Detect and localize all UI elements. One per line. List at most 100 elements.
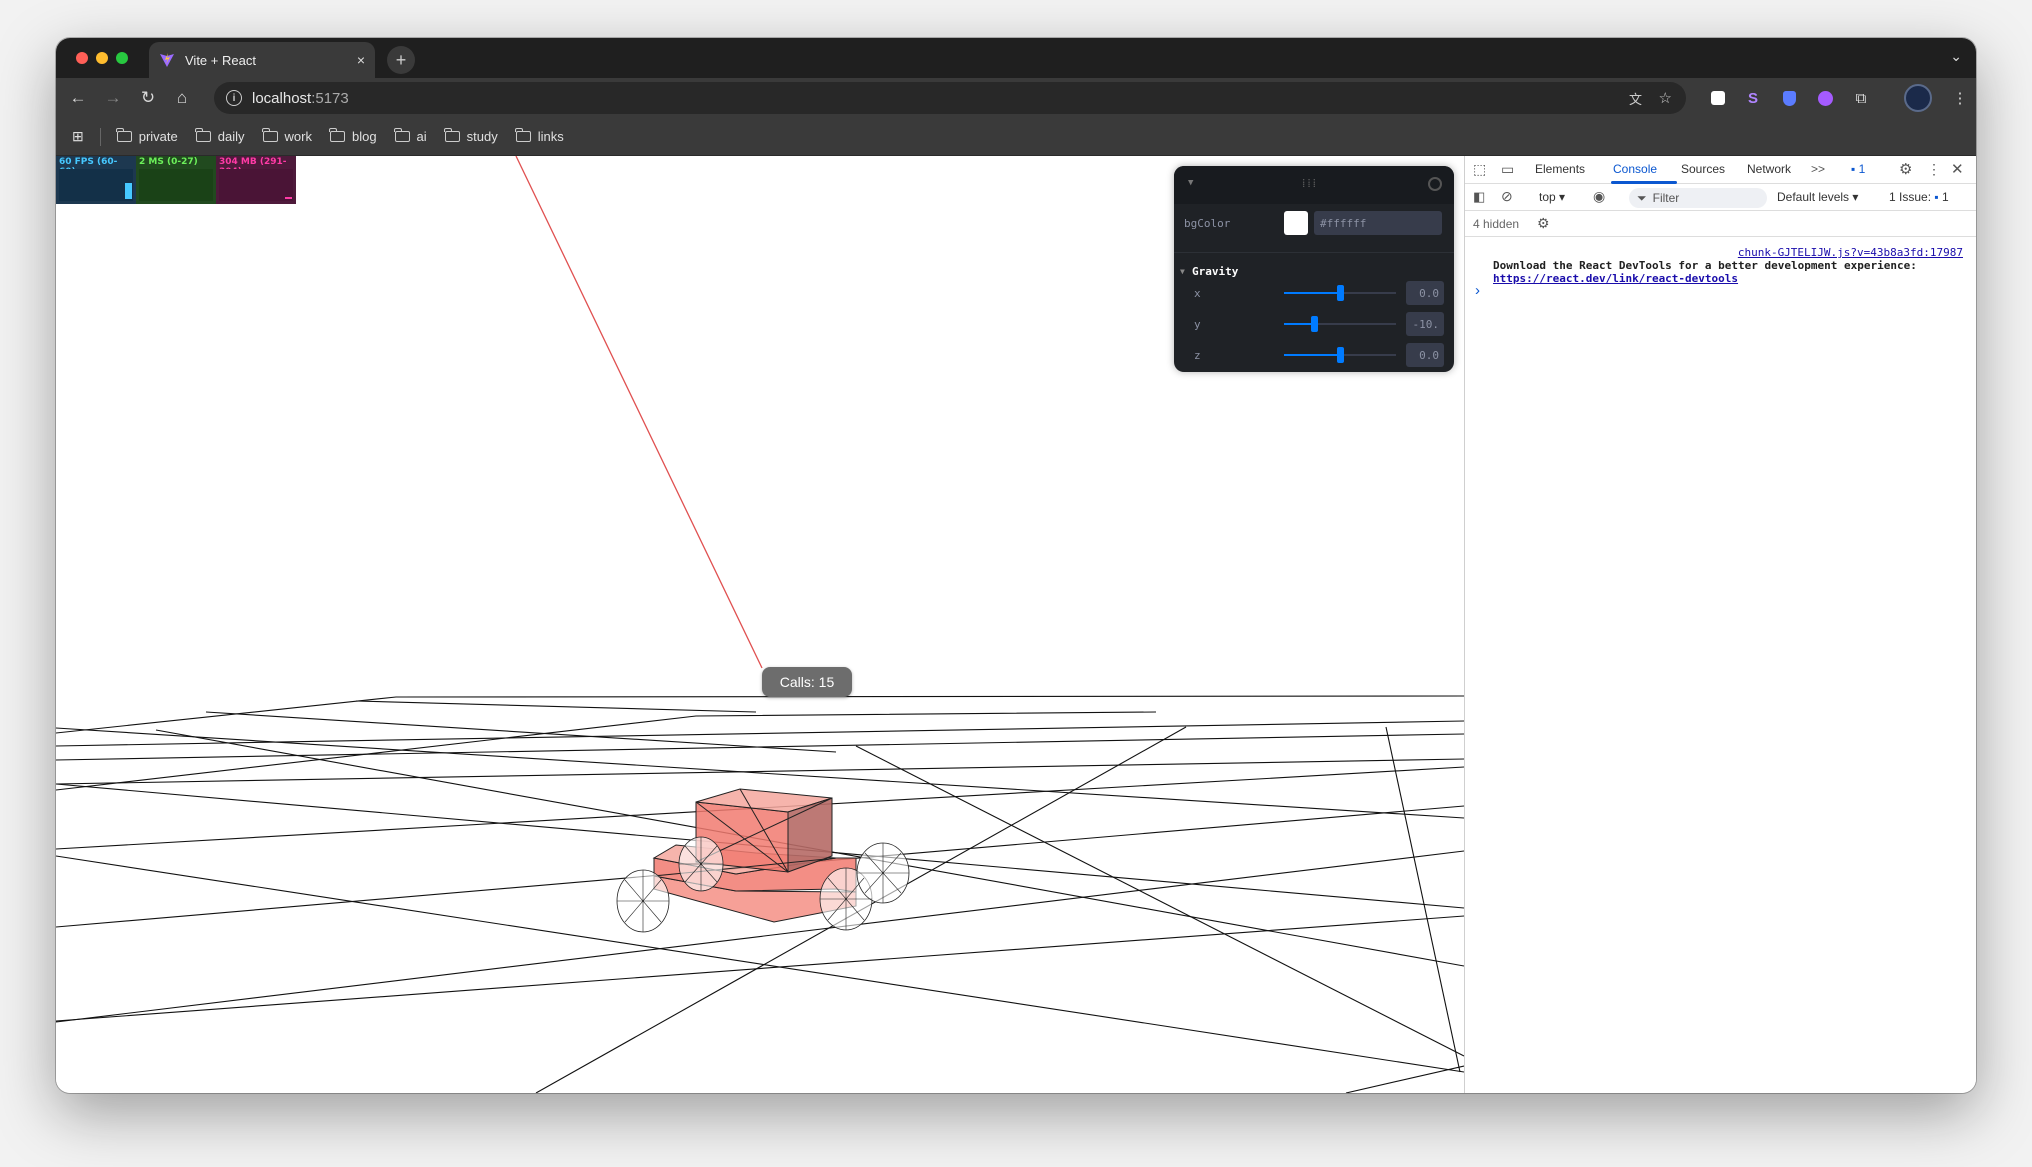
y-slider[interactable]: [1284, 316, 1396, 332]
console-toolbar: ◧ ⊘ top ▾ ◉ ⏷ Filter Default levels ▾ 1 I…: [1465, 184, 1976, 211]
inspect-element-icon[interactable]: ⬚: [1473, 161, 1486, 178]
tab-search-icon[interactable]: ⌄: [1950, 48, 1962, 65]
x-input[interactable]: 0.0: [1406, 281, 1444, 305]
fps-panel[interactable]: 60 FPS (60-60): [56, 156, 136, 204]
live-expression-eye-icon[interactable]: ◉: [1593, 188, 1605, 205]
back-icon[interactable]: ←: [66, 86, 90, 110]
message-source-link[interactable]: chunk-GJTELIJW.js?v=43b8a3fd:17987: [1738, 246, 1963, 259]
ms-panel[interactable]: 2 MS (0-27): [136, 156, 216, 204]
apps-grid-icon[interactable]: ⊞: [72, 128, 84, 145]
browser-window: Vite + React × + ⌄ ← → ↻ ⌂ i localhost:5…: [56, 38, 1976, 1093]
minimize-window-button[interactable]: [96, 52, 108, 64]
clear-console-icon[interactable]: ⊘: [1501, 188, 1513, 205]
react-devtools-link[interactable]: https://react.dev/link/react-devtools: [1493, 272, 1738, 285]
x-slider[interactable]: [1284, 285, 1396, 301]
close-window-button[interactable]: [76, 52, 88, 64]
bookmarks-bar: ⊞ private daily work blog ai study links: [56, 118, 1976, 156]
hidden-count: 4 hidden: [1473, 217, 1520, 231]
bookmark-label: links: [537, 129, 564, 144]
extensions-puzzle-icon[interactable]: ⧉: [1850, 87, 1872, 109]
leva-panel[interactable]: ▼ ⁞⁞⁞ bgColor #ffffff ▼ Gravity x 0.0 y: [1174, 166, 1454, 372]
context-label: top: [1539, 190, 1556, 204]
issues-message-icon: ▪: [1934, 190, 1939, 204]
more-tabs-button[interactable]: >>: [1811, 162, 1825, 176]
devtools-close-icon[interactable]: ✕: [1951, 160, 1964, 178]
tab-network[interactable]: Network: [1747, 162, 1791, 176]
tab-close-icon[interactable]: ×: [357, 52, 365, 68]
y-input[interactable]: -10.: [1406, 312, 1444, 336]
reload-icon[interactable]: ↻: [136, 86, 160, 110]
console-prompt[interactable]: ›: [1475, 282, 1480, 299]
collapse-chevron-icon[interactable]: ▼: [1188, 178, 1193, 188]
memory-panel[interactable]: 304 MB (291-304): [216, 156, 296, 204]
console-settings-gear-icon[interactable]: ⚙: [1537, 215, 1550, 232]
bookmark-blog[interactable]: blog: [329, 128, 377, 144]
filter-placeholder: Filter: [1652, 191, 1680, 205]
new-tab-button[interactable]: +: [387, 46, 415, 74]
bookmark-links[interactable]: links: [515, 128, 564, 144]
tab-vite-react[interactable]: Vite + React ×: [149, 42, 375, 78]
folder-chevron-icon: ▼: [1180, 266, 1185, 276]
message-text: Download the React DevTools for a better…: [1493, 259, 1917, 272]
log-levels-dropdown[interactable]: Default levels ▾: [1777, 190, 1858, 204]
bookmark-label: ai: [416, 129, 427, 144]
device-toolbar-icon[interactable]: ▭: [1501, 161, 1514, 178]
filter-input[interactable]: ⏷ Filter: [1629, 188, 1767, 208]
bookmark-work[interactable]: work: [262, 128, 312, 144]
bgcolor-input[interactable]: #ffffff: [1314, 211, 1442, 235]
levels-label: Default levels: [1777, 190, 1850, 204]
bgcolor-swatch[interactable]: [1284, 211, 1308, 235]
gravity-y-row: y -10.: [1174, 311, 1454, 337]
context-selector[interactable]: top ▾: [1539, 190, 1565, 204]
issues-counter[interactable]: 1 Issue: ▪ 1: [1889, 190, 1949, 204]
performance-stats[interactable]: 60 FPS (60-60) 2 MS (0-27) 304 MB (291-3…: [56, 156, 296, 204]
bookmark-star-icon[interactable]: ☆: [1659, 89, 1672, 107]
forward-icon[interactable]: →: [101, 86, 125, 110]
maximize-window-button[interactable]: [116, 52, 128, 64]
site-info-icon[interactable]: i: [226, 90, 242, 106]
bookmark-ai[interactable]: ai: [394, 128, 427, 144]
bookmark-label: study: [466, 129, 498, 144]
tab-console[interactable]: Console: [1613, 162, 1657, 176]
gravity-label: Gravity: [1192, 264, 1239, 278]
x-label: x: [1194, 286, 1201, 300]
browser-menu-icon[interactable]: ⋮: [1949, 87, 1971, 109]
z-input[interactable]: 0.0: [1406, 343, 1444, 367]
drag-handle-icon[interactable]: ⁞⁞⁞: [1302, 176, 1318, 191]
filter-icon: ⏷: [1637, 190, 1647, 205]
leva-header[interactable]: ▼ ⁞⁞⁞: [1174, 166, 1454, 204]
home-icon[interactable]: ⌂: [170, 86, 194, 110]
sidebar-toggle-icon[interactable]: ◧: [1473, 189, 1485, 205]
hidden-messages-bar: 4 hidden ⚙: [1465, 211, 1976, 237]
settings-gear-icon[interactable]: ⚙: [1899, 160, 1912, 178]
address-bar[interactable]: i localhost:5173 文 ☆: [214, 82, 1686, 114]
url-port: :5173: [311, 89, 349, 107]
message-icon: ▪: [1851, 162, 1856, 176]
profile-avatar[interactable]: [1904, 84, 1932, 112]
z-slider[interactable]: [1284, 347, 1396, 363]
z-label: z: [1194, 348, 1201, 362]
extension-2-icon[interactable]: S: [1742, 87, 1764, 109]
issue-badge-count: 1: [1858, 162, 1866, 176]
issues-badge[interactable]: ▪ 1: [1851, 162, 1865, 176]
leva-search-icon[interactable]: [1428, 177, 1442, 191]
bookmark-private[interactable]: private: [116, 128, 178, 144]
ms-label: 2 MS (0-27): [139, 157, 198, 167]
bookmark-label: private: [138, 129, 178, 144]
tab-elements[interactable]: Elements: [1535, 162, 1585, 176]
threejs-canvas[interactable]: 60 FPS (60-60) 2 MS (0-27) 304 MB (291-3…: [56, 156, 1464, 1093]
tab-sources[interactable]: Sources: [1681, 162, 1725, 176]
tab-bar: Vite + React × + ⌄: [56, 38, 1976, 78]
bookmark-daily[interactable]: daily: [195, 128, 245, 144]
extension-1-icon[interactable]: [1707, 87, 1729, 109]
extension-3-icon[interactable]: [1778, 87, 1800, 109]
leva-divider: [1174, 252, 1454, 253]
extension-4-icon[interactable]: [1814, 87, 1836, 109]
devtools-tabs: ⬚ ▭ Elements Console Sources Network >> …: [1465, 156, 1976, 184]
bookmark-study[interactable]: study: [444, 128, 498, 144]
devtools-menu-icon[interactable]: ⋮: [1927, 161, 1941, 178]
folder-icon: [262, 128, 278, 142]
folder-icon: [195, 128, 211, 142]
translate-icon[interactable]: 文: [1629, 89, 1642, 108]
bookmarks-divider: [99, 127, 101, 146]
